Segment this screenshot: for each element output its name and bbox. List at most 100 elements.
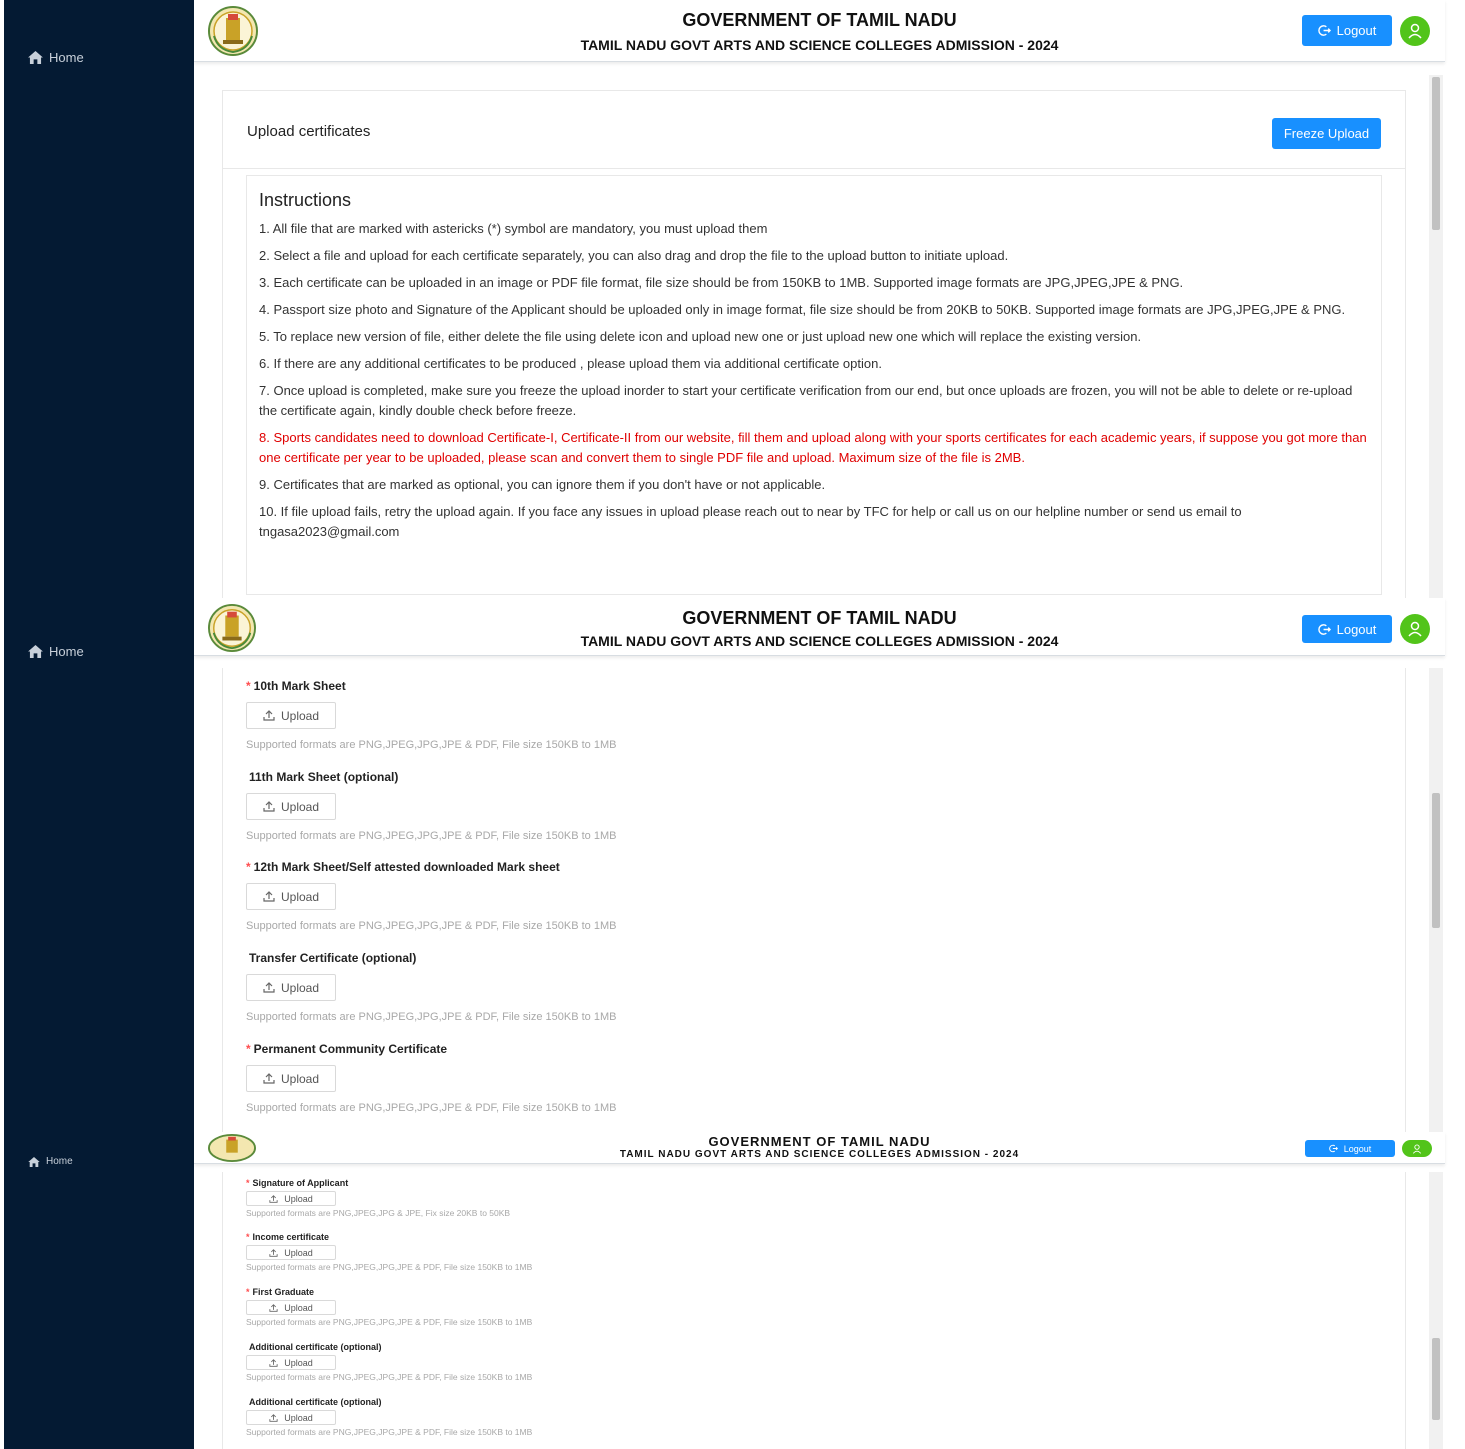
sidebar-item-home[interactable]: Home — [28, 1156, 73, 1167]
upload-label: Additional certificate (optional) — [246, 1397, 532, 1407]
instruction-item: 1. All file that are marked with asteric… — [259, 221, 768, 236]
avatar[interactable] — [1402, 1140, 1432, 1157]
upload-button[interactable]: Upload — [246, 793, 336, 820]
upload-button[interactable]: Upload — [246, 1065, 336, 1092]
upload-item-first-graduate: * First Graduate Upload Supported formats… — [246, 1287, 532, 1327]
user-icon — [1412, 1143, 1422, 1154]
page-subtitle: TAMIL NADU GOVT ARTS AND SCIENCE COLLEGE… — [580, 633, 1059, 649]
upload-hint: Supported formats are PNG,JPEG,JPG,JPE &… — [246, 1011, 617, 1023]
required-marker: * — [246, 1042, 251, 1056]
sidebar: Home — [4, 1132, 194, 1449]
required-marker: * — [246, 1178, 250, 1188]
upload-button-label: Upload — [284, 1302, 313, 1313]
instruction-item: 3. Each certificate can be uploaded in a… — [259, 275, 1184, 290]
required-marker: * — [246, 860, 251, 874]
upload-label-text: Income certificate — [252, 1232, 330, 1242]
user-icon — [1408, 621, 1422, 637]
logout-label: Logout — [1336, 621, 1377, 637]
sidebar: Home — [4, 0, 194, 598]
upload-item-10th-mark-sheet: * 10th Mark Sheet Upload Supported format… — [246, 679, 616, 751]
instructions-heading: Instructions — [259, 190, 352, 210]
upload-icon — [269, 1358, 278, 1367]
upload-button-label: Upload — [284, 1193, 313, 1204]
upload-icon — [263, 982, 275, 993]
logout-icon — [1317, 25, 1331, 36]
upload-button[interactable]: Upload — [246, 1191, 336, 1206]
screenshot-section-2: Home GOVERNMENT OF TAMIL NADU TAMIL NADU… — [0, 598, 1465, 1132]
upload-label-text: 11th Mark Sheet (optional) — [249, 770, 399, 784]
logout-label: Logout — [1336, 23, 1377, 38]
upload-item-income-certificate: * Income certificate Upload Supported for… — [246, 1232, 532, 1272]
card-header: Upload certificates Freeze Upload — [223, 91, 1405, 169]
scrollbar-thumb[interactable] — [1432, 77, 1440, 230]
upload-label-text: Additional certificate (optional) — [249, 1342, 382, 1352]
upload-button-label: Upload — [280, 708, 320, 723]
upload-item-signature: * Signature of Applicant Upload Supported… — [246, 1178, 510, 1218]
instruction-item: 9. Certificates that are marked as optio… — [259, 477, 826, 492]
upload-hint: Supported formats are PNG,JPEG,JPG,JPE &… — [246, 739, 617, 751]
upload-button[interactable]: Upload — [246, 1300, 336, 1315]
upload-button[interactable]: Upload — [246, 702, 336, 729]
upload-label: * First Graduate — [246, 1287, 532, 1297]
required-marker: * — [246, 1287, 250, 1297]
upload-hint: Supported formats are PNG,JPEG,JPG,JPE &… — [246, 920, 617, 932]
instruction-item: 2. Select a file and upload for each cer… — [259, 248, 1009, 263]
scrollbar-thumb[interactable] — [1432, 1338, 1440, 1420]
avatar[interactable] — [1400, 614, 1430, 644]
avatar[interactable] — [1400, 16, 1430, 46]
screenshot-section-1: Home GOVERNMENT OF TAMIL NADU TAMIL NADU… — [0, 0, 1465, 598]
upload-label: Transfer Certificate (optional) — [246, 951, 616, 965]
sidebar-item-home[interactable]: Home — [28, 644, 84, 659]
upload-label: * 10th Mark Sheet — [246, 679, 616, 693]
logout-button[interactable]: Logout — [1302, 615, 1392, 643]
upload-button-label: Upload — [280, 1071, 320, 1086]
sidebar-item-home[interactable]: Home — [28, 50, 84, 65]
scrollbar[interactable] — [1429, 668, 1443, 1132]
freeze-upload-button[interactable]: Freeze Upload — [1272, 118, 1381, 149]
logout-label: Logout — [1343, 1143, 1372, 1154]
page-title: GOVERNMENT OF TAMIL NADU — [682, 10, 957, 30]
upload-button[interactable]: Upload — [246, 883, 336, 910]
upload-label-text: 12th Mark Sheet/Self attested downloaded… — [253, 860, 560, 874]
instruction-item: 7. Once upload is completed, make sure y… — [259, 383, 1353, 418]
page-title: GOVERNMENT OF TAMIL NADU — [708, 1134, 931, 1149]
sidebar-item-label: Home — [49, 644, 84, 659]
upload-label: Additional certificate (optional) — [246, 1342, 532, 1352]
logout-button[interactable]: Logout — [1302, 15, 1392, 46]
upload-button[interactable]: Upload — [246, 1410, 336, 1425]
upload-icon — [263, 891, 275, 902]
scrollbar-thumb[interactable] — [1432, 793, 1440, 928]
user-icon — [1408, 23, 1422, 39]
upload-hint: Supported formats are PNG,JPEG,JPG,JPE &… — [246, 830, 617, 842]
instruction-item-sports: 8. Sports candidates need to download Ce… — [259, 430, 1367, 465]
upload-label: * Signature of Applicant — [246, 1178, 510, 1188]
header: GOVERNMENT OF TAMIL NADU TAMIL NADU GOVT… — [194, 0, 1445, 62]
upload-icon — [263, 710, 275, 721]
upload-button-label: Upload — [284, 1247, 313, 1258]
upload-hint: Supported formats are PNG,JPEG,JPG,JPE &… — [246, 1317, 533, 1327]
instruction-item: 5. To replace new version of file, eithe… — [259, 329, 1142, 344]
upload-button-label: Upload — [280, 980, 320, 995]
upload-hint: Supported formats are PNG,JPEG,JPG,JPE &… — [246, 1262, 533, 1272]
upload-button-label: Upload — [284, 1357, 313, 1368]
upload-label-text: 10th Mark Sheet — [253, 679, 346, 693]
page-title: GOVERNMENT OF TAMIL NADU — [682, 608, 957, 628]
upload-button[interactable]: Upload — [246, 1245, 336, 1260]
upload-item-11th-mark-sheet: 11th Mark Sheet (optional) Upload Suppor… — [246, 770, 616, 842]
upload-hint: Supported formats are PNG,JPEG,JPG,JPE &… — [246, 1372, 533, 1382]
logout-icon — [1328, 1144, 1338, 1153]
scrollbar[interactable] — [1429, 75, 1443, 598]
upload-label-text: Signature of Applicant — [252, 1178, 349, 1188]
upload-button-label: Upload — [280, 799, 320, 814]
upload-hint: Supported formats are PNG,JPEG,JPG,JPE &… — [246, 1427, 533, 1437]
upload-button[interactable]: Upload — [246, 1355, 336, 1370]
home-icon — [28, 1156, 40, 1167]
required-marker: * — [246, 1232, 250, 1242]
logout-button[interactable]: Logout — [1305, 1140, 1395, 1157]
upload-button[interactable]: Upload — [246, 974, 336, 1001]
upload-label: * 12th Mark Sheet/Self attested downloade… — [246, 860, 616, 874]
scrollbar[interactable] — [1429, 1172, 1443, 1449]
upload-label-text: Permanent Community Certificate — [253, 1042, 448, 1056]
instruction-item: 10. If file upload fails, retry the uplo… — [259, 504, 1242, 539]
sidebar-item-label: Home — [46, 1156, 73, 1167]
